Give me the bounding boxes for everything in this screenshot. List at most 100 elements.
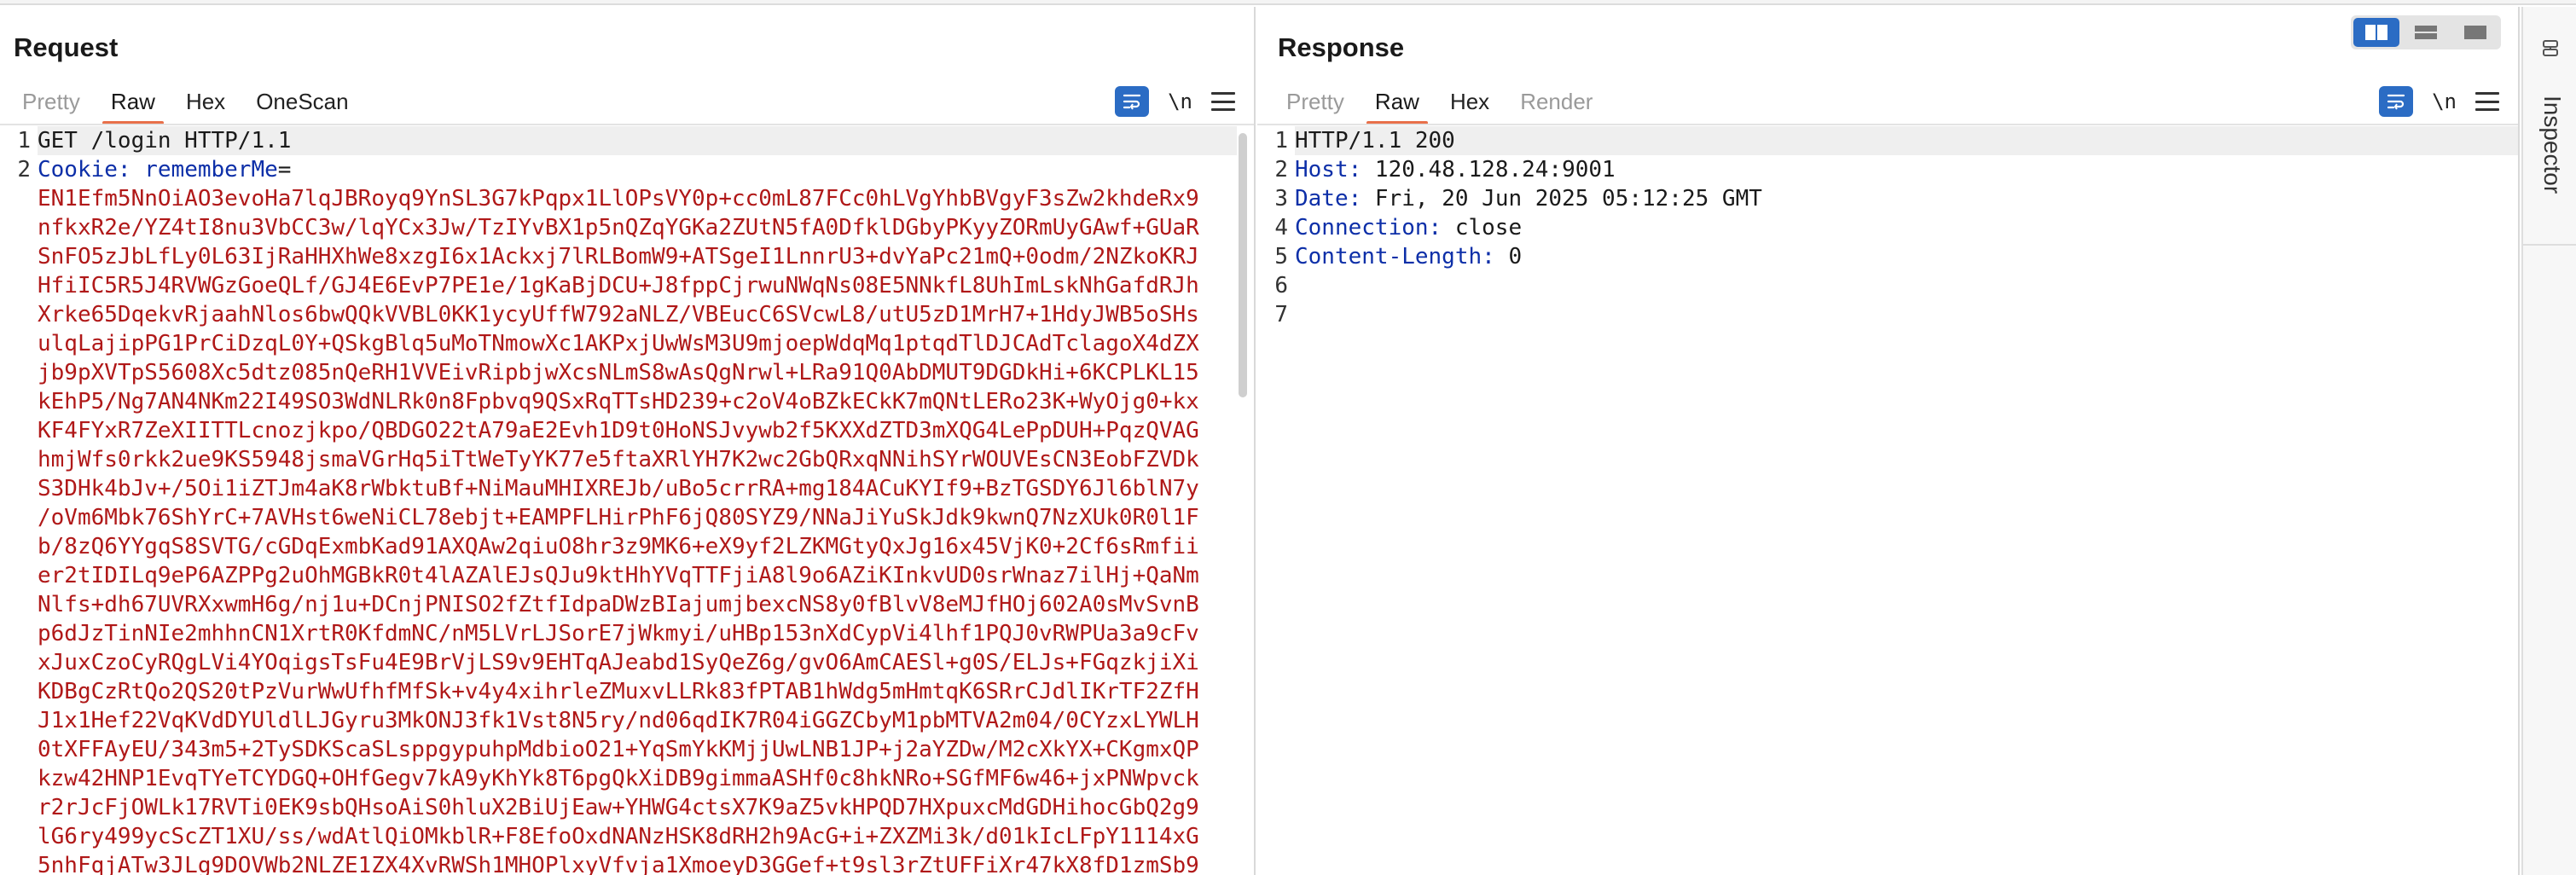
cookie-value-text: jb9pXVTpS5608Xc5dtz085nQeRH1VVEivRipbjwX… xyxy=(38,358,1237,387)
line-number xyxy=(0,184,38,213)
cookie-value-segment: ulqLajipPG1PrCiDzqL0Y+QSkgBlq5uMoTNmowXc… xyxy=(38,331,1199,356)
window-top-border xyxy=(0,0,2576,5)
response-tab-divider xyxy=(1257,124,2518,125)
request-scrollbar[interactable] xyxy=(1239,133,1247,397)
split-vertical-icon[interactable] xyxy=(2403,18,2449,47)
show-newlines-button[interactable]: \n xyxy=(2432,90,2457,113)
cookie-value-segment: J1x1Hef22VqKVdDYUldlLJGyru3MkONJ3fk1Vst8… xyxy=(38,708,1199,733)
response-line-text: Content-Length: 0 xyxy=(1295,242,2518,271)
line-number xyxy=(0,619,38,648)
line-number: 1 xyxy=(17,128,31,154)
cookie-value-text: /oVm6Mbk76ShYrC+7AVHst6weNiCL78ebjt+EAMP… xyxy=(38,503,1237,532)
line-number xyxy=(0,532,38,561)
response-line-text: Date: Fri, 20 Jun 2025 05:12:25 GMT xyxy=(1295,184,2518,213)
response-line: 6 xyxy=(1257,271,2518,300)
cookie-value-text: kEhP5/Ng7AN4NKm22I49SO3WdNLRk0n8Fpbvq9QS… xyxy=(38,387,1237,416)
word-wrap-icon[interactable] xyxy=(1115,86,1150,117)
cookie-value-segment: hmjWfs0rkk2ue9KS5948jsmaVGrHq5iTtWeTyYK7… xyxy=(38,447,1199,472)
line-number xyxy=(0,329,38,358)
response-line: 1 HTTP/1.1 200 xyxy=(1257,126,2518,155)
request-tabs: Pretty Raw Hex OneScan xyxy=(7,82,364,125)
tab-response-pretty[interactable]: Pretty xyxy=(1271,82,1360,125)
line-number xyxy=(0,474,38,503)
request-editor[interactable]: 1 GET /login HTTP/1.1 2 Cookie: remember… xyxy=(0,126,1254,875)
show-newlines-button[interactable]: \n xyxy=(1168,90,1192,113)
cookie-value-text: S3DHk4bJv+/5Oi1iZTJm4aK8rWbktuBf+NiMauMH… xyxy=(38,474,1237,503)
response-header-value: close xyxy=(1442,215,1523,240)
line-number: 2 xyxy=(17,157,31,183)
line-number: 2 xyxy=(1274,157,1288,183)
cookie-value-segment: KF4FYxR7ZeXIITTLcnozjkpo/QBDGO22tA79aE2E… xyxy=(38,418,1199,443)
request-pane: Request Pretty Raw Hex OneScan \n 1 GET … xyxy=(0,7,1256,875)
tab-response-render[interactable]: Render xyxy=(1505,82,1608,125)
line-number xyxy=(0,764,38,793)
cookie-value-text: J1x1Hef22VqKVdDYUldlLJGyru3MkONJ3fk1Vst8… xyxy=(38,706,1237,735)
cookie-value-segment: HfiIC5R5J4RVWGzGoeQLf/GJ4E6EvP7PE1e/1gKa… xyxy=(38,273,1199,298)
cookie-value-line: jb9pXVTpS5608Xc5dtz085nQeRH1VVEivRipbjwX… xyxy=(0,358,1254,387)
response-line: 7 xyxy=(1257,300,2518,329)
cookie-value-text: b/8zQ6YYgqS8SVTG/cGDqExmbKad91AXQAw2qiuO… xyxy=(38,532,1237,561)
cookie-value-line: p6dJzTinNIe2mhhnCN1XrtR0KfdmNC/nM5LVrLJS… xyxy=(0,619,1254,648)
cookie-value-text: Xrke65DqekvRjaahNlos6bwQQkVVBL0KK1ycyUff… xyxy=(38,300,1237,329)
line-number: 6 xyxy=(1274,273,1288,298)
cookie-value-text: nfkxR2e/YZ4tI8nu3VbCC3w/lqYCx3Jw/TzIYvBX… xyxy=(38,213,1237,242)
inspector-sidebar: Inspector xyxy=(2521,7,2576,875)
cookie-value-text: kzw42HNP1EvqTYeTCYDGQ+OHfGegv7kA9yKhYk8T… xyxy=(38,764,1237,793)
request-title: Request xyxy=(14,32,119,62)
response-editor[interactable]: 1 HTTP/1.1 200 2 Host: 120.48.128.24:9001 3 D… xyxy=(1257,126,2518,875)
cookie-value-line: xJuxCzoCyRQgLVi4YOqigsTsFu4E9BrVjLS9v9EH… xyxy=(0,648,1254,677)
tab-response-hex[interactable]: Hex xyxy=(1435,82,1505,125)
split-horizontal-icon[interactable] xyxy=(2353,18,2399,47)
response-line: 2 Host: 120.48.128.24:9001 xyxy=(1257,155,2518,184)
cookie-value-segment: p6dJzTinNIe2mhhnCN1XrtR0KfdmNC/nM5LVrLJS… xyxy=(38,621,1199,646)
cookie-value-text: 5nhFqjATw3JLg9DOVWb2NLZE1ZX4XvRWSh1MHOPl… xyxy=(38,851,1237,875)
cookie-value-segment: kEhP5/Ng7AN4NKm22I49SO3WdNLRk0n8Fpbvq9QS… xyxy=(38,389,1199,414)
cookie-value-line: er2tIDILq9eP6AZPPg2uOhMGBkR0t4lAZAlEJsQJ… xyxy=(0,561,1254,590)
cookie-value-segment: xJuxCzoCyRQgLVi4YOqigsTsFu4E9BrVjLS9v9EH… xyxy=(38,650,1199,675)
response-line: 3 Date: Fri, 20 Jun 2025 05:12:25 GMT xyxy=(1257,184,2518,213)
cookie-value-segment: jb9pXVTpS5608Xc5dtz085nQeRH1VVEivRipbjwX… xyxy=(38,360,1199,385)
tab-request-onescan[interactable]: OneScan xyxy=(241,82,363,125)
tab-request-pretty[interactable]: Pretty xyxy=(7,82,96,125)
cookie-value-segment: nfkxR2e/YZ4tI8nu3VbCC3w/lqYCx3Jw/TzIYvBX… xyxy=(38,215,1199,240)
response-header-key: Content-Length: xyxy=(1295,244,1495,269)
cookie-value-text: HfiIC5R5J4RVWGzGoeQLf/GJ4E6EvP7PE1e/1gKa… xyxy=(38,271,1237,300)
cookie-value-line: J1x1Hef22VqKVdDYUldlLJGyru3MkONJ3fk1Vst8… xyxy=(0,706,1254,735)
cookie-value-line: SnFO5zJbLfLy0L63IjRaHHXhWe8xzgI6x1Ackxj7… xyxy=(0,242,1254,271)
cookie-value-text: xJuxCzoCyRQgLVi4YOqigsTsFu4E9BrVjLS9v9EH… xyxy=(38,648,1237,677)
response-header-key: Connection: xyxy=(1295,215,1442,240)
tab-request-hex[interactable]: Hex xyxy=(171,82,241,125)
word-wrap-icon[interactable] xyxy=(2379,86,2414,117)
cookie-value-text: SnFO5zJbLfLy0L63IjRaHHXhWe8xzgI6x1Ackxj7… xyxy=(38,242,1237,271)
line-number xyxy=(0,387,38,416)
response-tabs: Pretty Raw Hex Render xyxy=(1271,82,1608,125)
cookie-value-segment: 0tXFFAyEU/343m5+2TySDKScaSLsppgypuhpMdbi… xyxy=(38,737,1199,762)
tab-request-raw[interactable]: Raw xyxy=(96,82,171,125)
cookie-value-block: EN1Efm5NnOiAO3evoHa7lqJBRoyq9YnSL3G7kPqp… xyxy=(0,184,1254,875)
request-line-text: GET /login HTTP/1.1 xyxy=(38,126,1237,155)
inspector-tab[interactable]: Inspector xyxy=(2538,96,2566,194)
menu-icon[interactable] xyxy=(1211,92,1235,111)
line-number: 7 xyxy=(1274,302,1288,327)
tab-response-raw[interactable]: Raw xyxy=(1360,82,1435,125)
inspector-divider xyxy=(2523,244,2576,246)
cookie-value-text: lG6ry499ycScZT1XU/ss/wdAtlQiOMkblR+F8Efo… xyxy=(38,822,1237,851)
line-number: 4 xyxy=(1274,215,1288,240)
single-pane-icon[interactable] xyxy=(2452,18,2498,47)
cookie-value-segment: /oVm6Mbk76ShYrC+7AVHst6weNiCL78ebjt+EAMP… xyxy=(38,505,1199,530)
line-number xyxy=(0,416,38,445)
request-tab-divider xyxy=(0,124,1254,125)
response-line: 4 Connection: close xyxy=(1257,213,2518,242)
response-header-key: HTTP/1.1 200 xyxy=(1295,128,1455,154)
cookie-value-text: KF4FYxR7ZeXIITTLcnozjkpo/QBDGO22tA79aE2E… xyxy=(38,416,1237,445)
cookie-header-key: Cookie: xyxy=(38,157,131,183)
response-line-text xyxy=(1295,300,2518,329)
menu-icon[interactable] xyxy=(2475,92,2499,111)
cookie-value-line: kzw42HNP1EvqTYeTCYDGQ+OHfGegv7kA9yKhYk8T… xyxy=(0,764,1254,793)
cookie-value-segment: EN1Efm5NnOiAO3evoHa7lqJBRoyq9YnSL3G7kPqp… xyxy=(38,186,1199,212)
cookie-value-segment: Nlfs+dh67UVRXxwmH6g/nj1u+DCnjPNISO2fZtfI… xyxy=(38,592,1199,617)
inspector-icon[interactable] xyxy=(2540,39,2561,66)
cookie-value-line: /oVm6Mbk76ShYrC+7AVHst6weNiCL78ebjt+EAMP… xyxy=(0,503,1254,532)
line-number: 5 xyxy=(1274,244,1288,269)
response-line-text: Host: 120.48.128.24:9001 xyxy=(1295,155,2518,184)
